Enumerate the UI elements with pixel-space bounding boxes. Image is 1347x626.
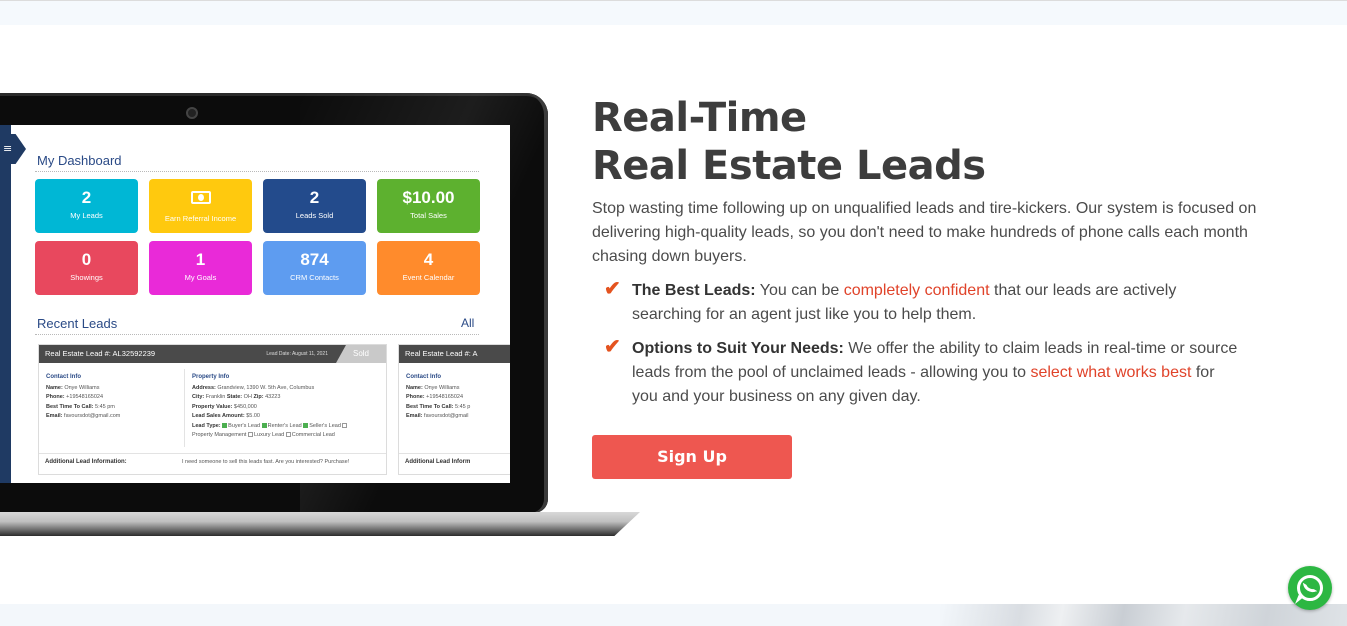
tile-crm-contacts[interactable]: 874 CRM Contacts bbox=[263, 241, 366, 295]
tile-value: 874 bbox=[300, 250, 329, 269]
tile-value: 1 bbox=[195, 250, 206, 269]
dashboard-title: My Dashboard bbox=[37, 153, 122, 168]
intro-paragraph: Stop wasting time following up on unqual… bbox=[592, 200, 1257, 265]
tile-label: Event Calendar bbox=[402, 273, 455, 282]
dashboard-sidebar bbox=[0, 125, 11, 483]
headline-line-1: Real-Time bbox=[592, 95, 807, 141]
tile-total-sales[interactable]: $10.00 Total Sales bbox=[377, 179, 480, 233]
tile-showings[interactable]: 0 Showings bbox=[35, 241, 138, 295]
property-info: Property Info Address: Grandview, 1390 W… bbox=[192, 373, 386, 441]
tile-label: My Leads bbox=[70, 211, 103, 220]
highlight-text: select what works best bbox=[1030, 364, 1192, 381]
additional-info: Additional Lead Information: I need some… bbox=[39, 453, 386, 470]
top-section-strip bbox=[0, 0, 1347, 25]
tile-label: Total Sales bbox=[410, 211, 447, 220]
tile-value: $10.00 bbox=[402, 188, 455, 207]
view-all-link[interactable]: All bbox=[461, 316, 474, 330]
page-title: Real-Time Real Estate Leads bbox=[592, 94, 1292, 190]
recent-leads-title: Recent Leads bbox=[37, 316, 118, 331]
tile-label: Earn Referral Income bbox=[164, 214, 237, 223]
tile-my-leads[interactable]: 2 My Leads bbox=[35, 179, 138, 233]
tile-label: Leads Sold bbox=[295, 211, 334, 220]
bottom-section-strip bbox=[0, 604, 1347, 626]
lead-number: Real Estate Lead #: A bbox=[405, 349, 478, 358]
tile-event-calendar[interactable]: 4 Event Calendar bbox=[377, 241, 480, 295]
tile-label: My Goals bbox=[184, 273, 217, 282]
lead-card-header: Real Estate Lead #: AL32592239 Lead Date… bbox=[39, 345, 386, 363]
checkmark-icon: ✔ bbox=[604, 336, 621, 358]
status-badge: Sold bbox=[336, 345, 386, 363]
tile-value: 0 bbox=[81, 250, 92, 269]
tile-earn-referral-income[interactable]: Earn Referral Income bbox=[149, 179, 252, 233]
checkbox bbox=[303, 422, 309, 428]
checkmark-icon: ✔ bbox=[604, 278, 621, 300]
tile-value: 2 bbox=[309, 188, 320, 207]
checkbox bbox=[342, 422, 348, 428]
tile-value: 2 bbox=[81, 188, 92, 207]
tile-label: Showings bbox=[70, 273, 103, 282]
feature-best-leads: ✔ The Best Leads: You can be completely … bbox=[604, 278, 1177, 323]
lead-card-header: Real Estate Lead #: A bbox=[399, 345, 510, 363]
menu-icon[interactable]: ≡ bbox=[0, 134, 26, 164]
tile-my-goals[interactable]: 1 My Goals bbox=[149, 241, 252, 295]
lead-card[interactable]: Real Estate Lead #: A Contact Info Name:… bbox=[398, 344, 510, 475]
sign-up-button[interactable]: Sign Up bbox=[592, 435, 792, 479]
checkbox bbox=[261, 422, 267, 428]
lead-number: Real Estate Lead #: AL32592239 bbox=[45, 349, 156, 358]
checkbox bbox=[222, 422, 228, 428]
lead-date: Lead Date: August 11, 2021 bbox=[266, 351, 328, 357]
checkbox bbox=[247, 432, 253, 438]
contact-info: Contact Info Name: Onye Williams Phone: … bbox=[46, 374, 121, 419]
tile-value: 4 bbox=[423, 250, 434, 269]
additional-info: Additional Lead Inform bbox=[399, 453, 510, 470]
feature-options: ✔ Options to Suit Your Needs: We offer t… bbox=[604, 336, 1238, 405]
highlight-text: completely confident bbox=[843, 282, 990, 299]
contact-info: Contact Info Name: Onye Williams Phone: … bbox=[406, 374, 471, 419]
dashboard-screen: ≡ My Dashboard 2 My Leads Earn Referral … bbox=[0, 125, 510, 483]
headline-line-2: Real Estate Leads bbox=[592, 143, 986, 189]
laptop-base bbox=[0, 512, 640, 536]
whatsapp-icon[interactable] bbox=[1288, 566, 1332, 610]
tile-label: CRM Contacts bbox=[290, 273, 339, 282]
lead-card[interactable]: Real Estate Lead #: AL32592239 Lead Date… bbox=[38, 344, 387, 475]
money-icon bbox=[190, 191, 211, 204]
checkbox bbox=[285, 432, 291, 438]
camera-icon bbox=[186, 107, 198, 119]
tile-leads-sold[interactable]: 2 Leads Sold bbox=[263, 179, 366, 233]
